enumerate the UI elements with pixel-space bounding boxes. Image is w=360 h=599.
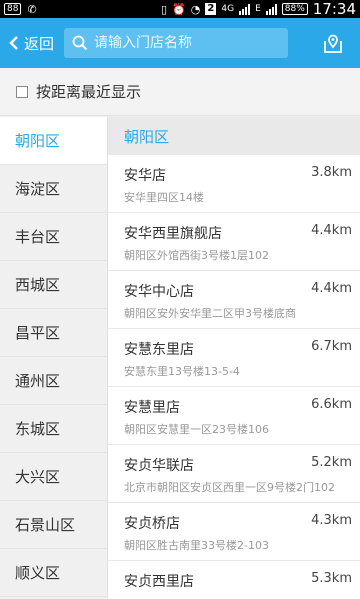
signal-icon (239, 3, 251, 15)
store-row[interactable]: 安慧东里店 6.7km 安慧东里13号楼13-5-4 (108, 329, 360, 387)
store-row[interactable]: 安华中心店 4.4km 朝阳区安外安华里二区甲3号楼底商 (108, 271, 360, 329)
back-label: 返回 (24, 34, 55, 53)
store-distance: 4.4km (311, 281, 352, 296)
district-list: 朝阳区 海淀区 丰台区 西城区 昌平区 通州区 东城区 大兴区 石景山区 顺义区 (0, 117, 108, 599)
store-name: 安贞桥店 (124, 516, 180, 532)
district-item[interactable]: 海淀区 (0, 165, 107, 213)
store-distance: 4.4km (311, 223, 352, 238)
status-bar: 88 ✆ ▯ ⏰ ◔ 2 4G E 88% 17:34 (0, 0, 360, 18)
district-item[interactable]: 丰台区 (0, 213, 107, 261)
battery-level: 88% (281, 3, 308, 15)
store-name: 安贞华联店 (124, 458, 194, 474)
district-item[interactable]: 石景山区 (0, 501, 107, 549)
store-address: 朝阳区外馆西街3号楼1层102 (124, 249, 269, 262)
store-address: 北京市朝阳区安贞区西里一区9号楼2门102 (124, 481, 335, 494)
store-list: 朝阳区 安华店 3.8km 安华里四区14楼 安华西里旗舰店 4.4km 朝阳区… (108, 117, 360, 599)
vibrate-icon: ▯ (161, 2, 168, 16)
sort-by-distance-row[interactable]: 按距离最近显示 (0, 68, 360, 116)
store-name: 安华店 (124, 168, 166, 184)
top-bar: 返回 (0, 18, 360, 68)
district-item[interactable]: 东城区 (0, 405, 107, 453)
store-distance: 6.7km (311, 339, 352, 354)
network-type: 4G (221, 4, 235, 14)
chevron-left-icon (9, 36, 18, 50)
back-button[interactable]: 返回 (0, 18, 64, 68)
network-type-2: E (255, 4, 261, 14)
store-distance: 4.3km (311, 513, 352, 528)
wifi-icon: ◔ (190, 2, 201, 16)
district-item[interactable]: 西城区 (0, 261, 107, 309)
store-name: 安贞西里店 (124, 574, 194, 590)
district-item[interactable]: 顺义区 (0, 549, 107, 597)
district-item[interactable]: 通州区 (0, 357, 107, 405)
store-distance: 5.3km (311, 571, 352, 586)
notification-count: 88 (4, 3, 22, 15)
district-item[interactable]: 朝阳区 (0, 117, 107, 165)
store-distance: 5.2km (311, 455, 352, 470)
district-item[interactable]: 大兴区 (0, 453, 107, 501)
store-row[interactable]: 安贞桥店 4.3km 朝阳区胜古南里33号楼2-103 (108, 503, 360, 561)
store-distance: 6.6km (311, 397, 352, 412)
store-row[interactable]: 安贞华联店 5.2km 北京市朝阳区安贞区西里一区9号楼2门102 (108, 445, 360, 503)
store-name: 安慧东里店 (124, 342, 194, 358)
phone-icon: ✆ (27, 2, 37, 16)
signal-icon-2 (265, 3, 277, 15)
store-row[interactable]: 安慧里店 6.6km 朝阳区安慧里一区23号楼106 (108, 387, 360, 445)
store-row[interactable]: 安华西里旗舰店 4.4km 朝阳区外馆西街3号楼1层102 (108, 213, 360, 271)
map-pin-icon (324, 34, 342, 53)
sim-badge: 2 (205, 3, 217, 15)
store-address: 朝阳区安外安华里二区甲3号楼底商 (124, 307, 296, 320)
map-button[interactable] (306, 18, 360, 68)
store-address: 朝阳区胜古南里33号楼2-103 (124, 539, 269, 552)
district-item[interactable]: 昌平区 (0, 309, 107, 357)
search-icon (72, 35, 88, 51)
store-name: 安慧里店 (124, 400, 180, 416)
section-header: 朝阳区 (108, 117, 360, 155)
store-row[interactable]: 安华店 3.8km 安华里四区14楼 (108, 155, 360, 213)
store-address: 安慧东里13号楼13-5-4 (124, 365, 240, 378)
store-address: 安华里四区14楼 (124, 191, 204, 204)
alarm-icon: ⏰ (172, 2, 186, 16)
sort-checkbox[interactable] (16, 85, 28, 98)
store-name: 安华西里旗舰店 (124, 226, 222, 242)
clock: 17:34 (312, 0, 356, 18)
sort-label: 按距离最近显示 (36, 83, 142, 101)
store-row[interactable]: 安贞西里店 5.3km (108, 561, 360, 599)
store-distance: 3.8km (311, 165, 352, 180)
search-box[interactable] (64, 28, 288, 58)
store-name: 安华中心店 (124, 284, 194, 300)
search-input[interactable] (94, 35, 279, 51)
store-address: 朝阳区安慧里一区23号楼106 (124, 423, 269, 436)
